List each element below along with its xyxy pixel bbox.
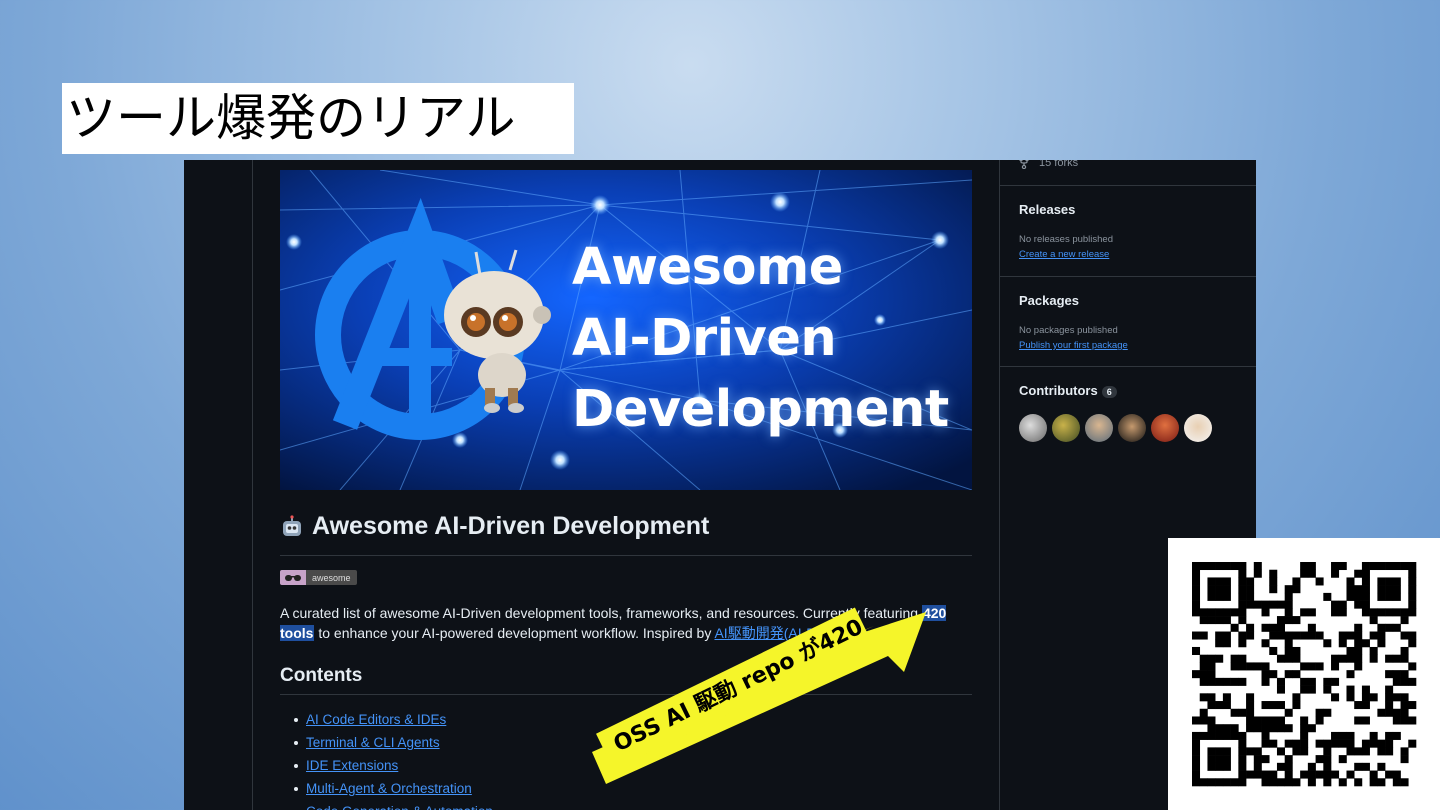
qr-code-icon <box>1168 538 1440 810</box>
